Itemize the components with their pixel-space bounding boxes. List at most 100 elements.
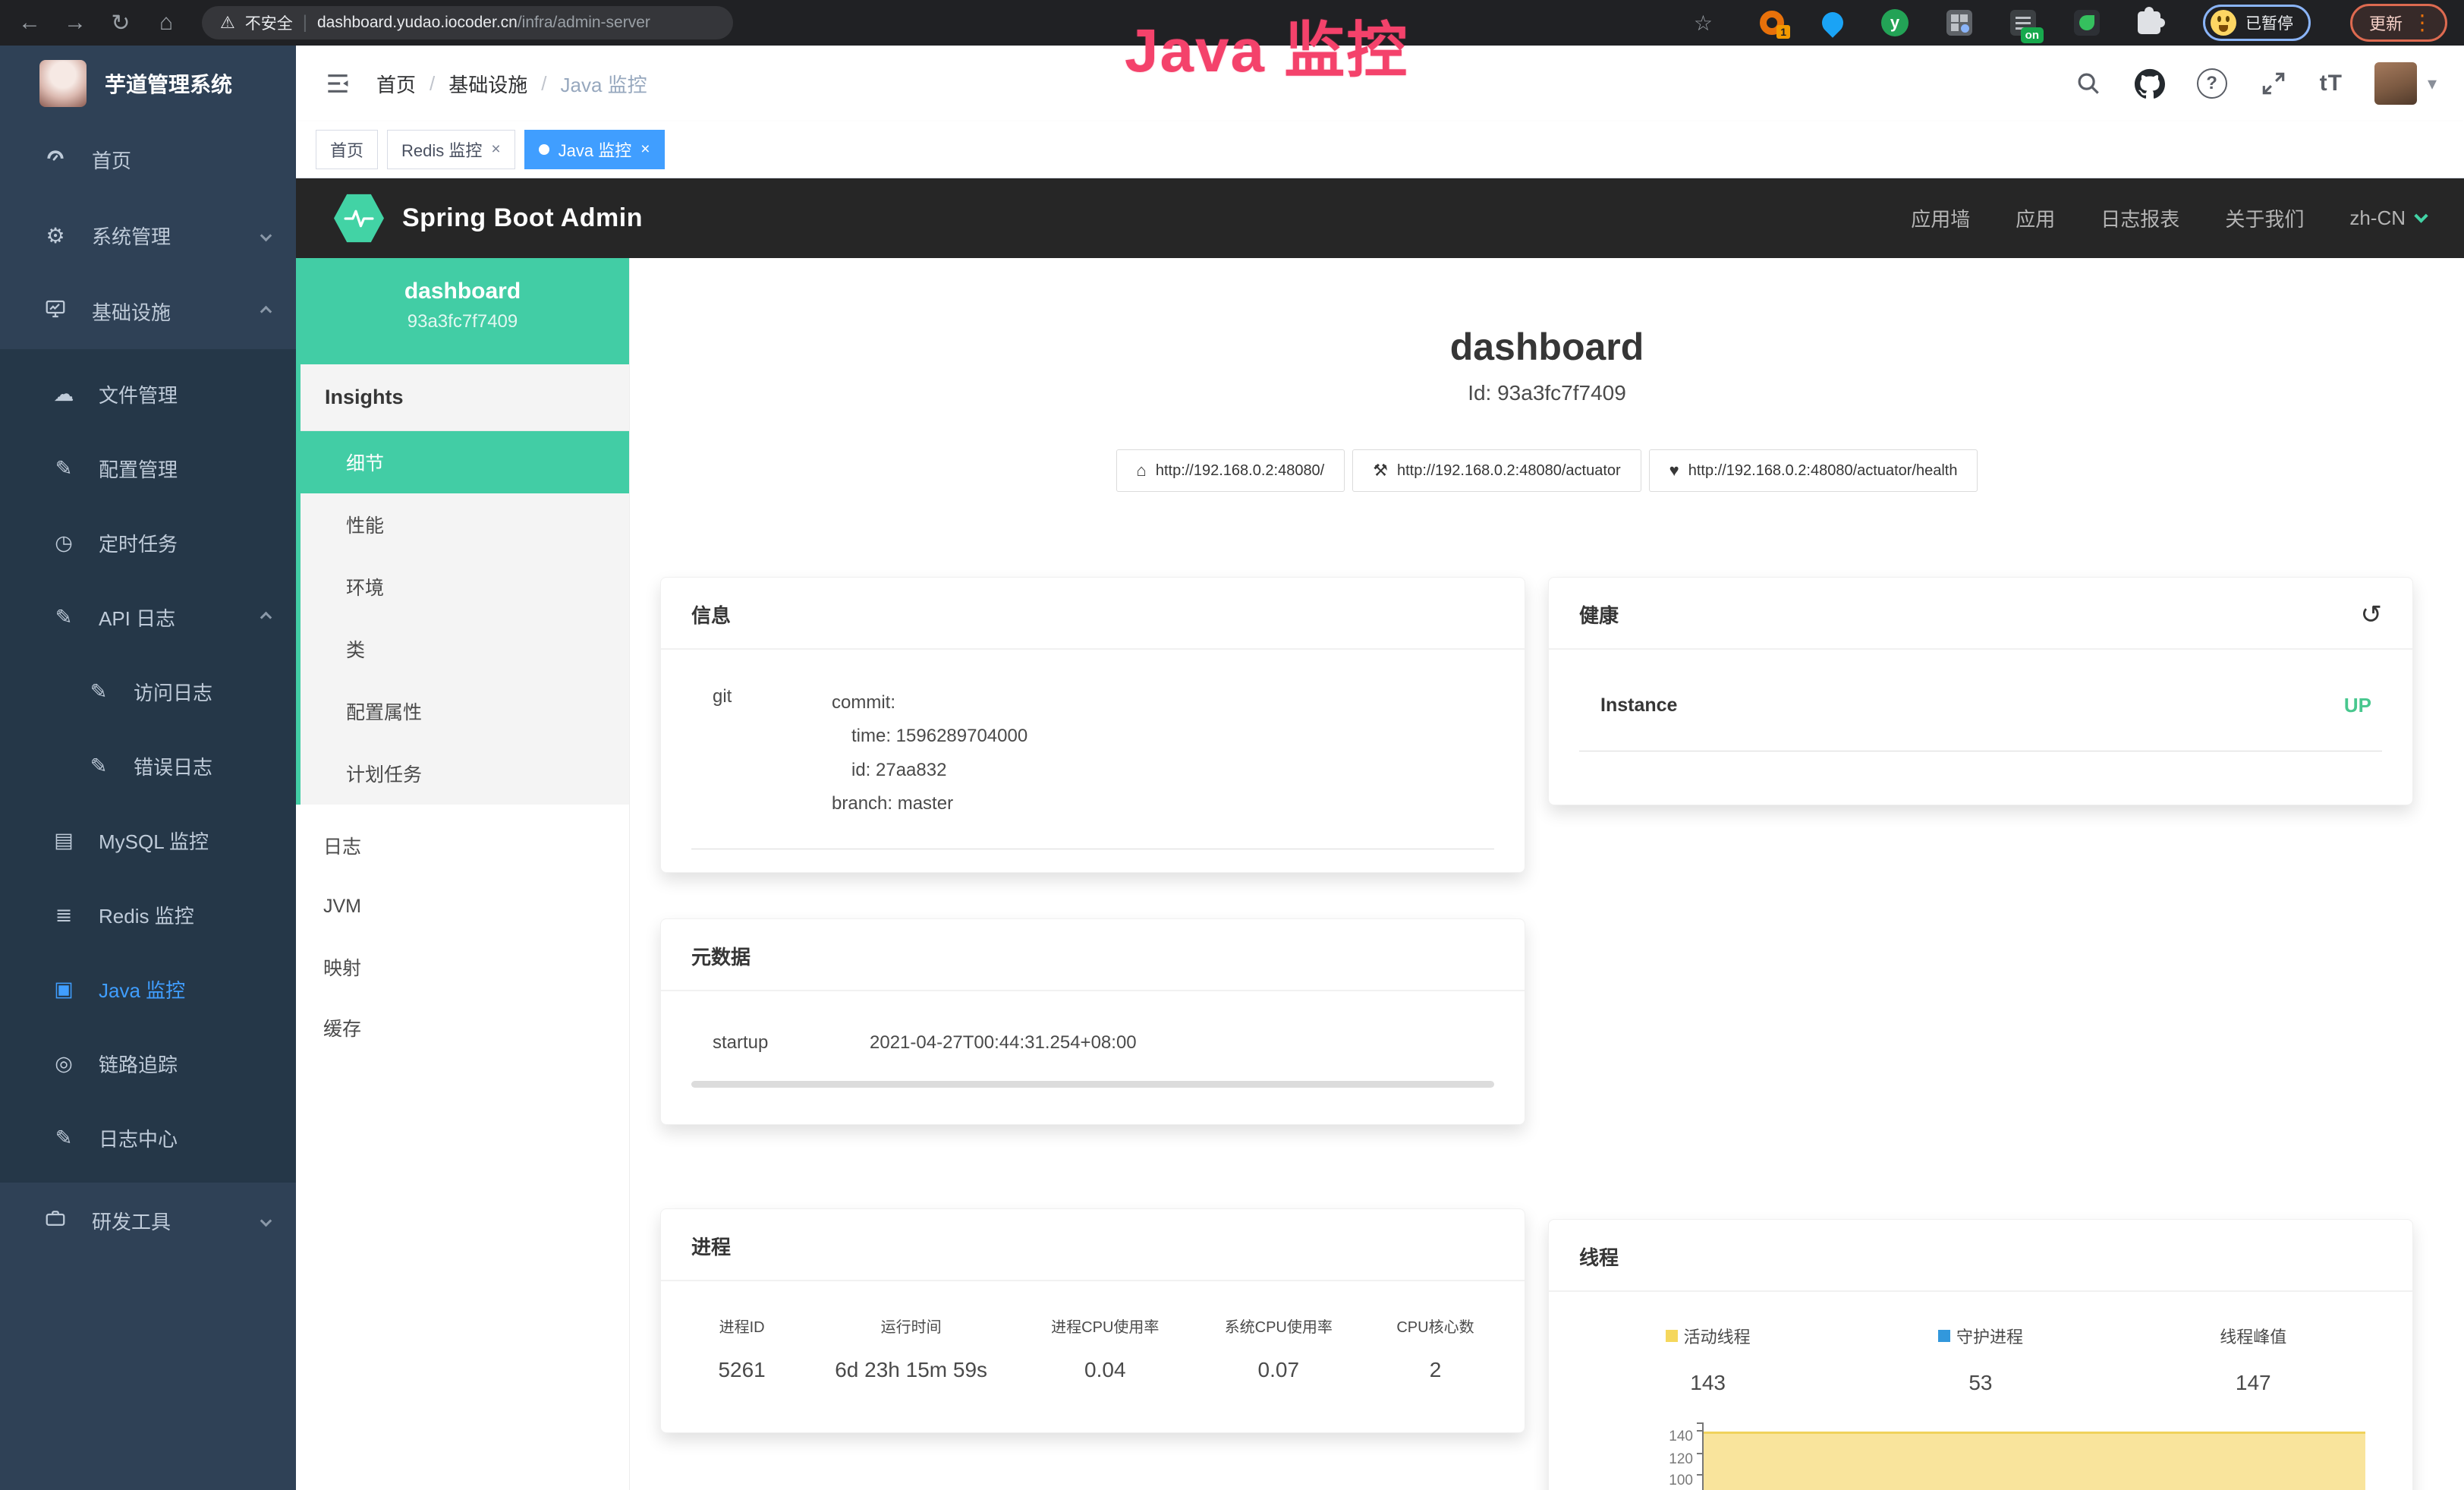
kebab-menu-icon[interactable]: ⋮ [2412, 12, 2433, 33]
history-icon[interactable]: ↺ [2361, 602, 2383, 628]
font-size-icon[interactable]: tT [2320, 71, 2343, 96]
info-card: 信息 git commit: time: 1596289704000 id: 2 [660, 577, 1525, 873]
github-icon[interactable] [2135, 68, 2165, 99]
sidebar-item-config[interactable]: ✎ 配置管理 [0, 431, 296, 506]
extension-leaf-icon[interactable] [2074, 10, 2100, 36]
sba-menu-logfile[interactable]: 日志 [296, 815, 629, 876]
sidebar-item-trace[interactable]: ◎ 链路追踪 [0, 1026, 296, 1101]
chevron-down-icon [260, 229, 272, 241]
reload-icon[interactable]: ↻ [108, 10, 134, 36]
screenshot-annotation: Java 监控 [1125, 2, 1408, 90]
back-icon[interactable]: ← [17, 10, 42, 36]
sidebar-item-infra[interactable]: 基础设施 [0, 273, 296, 349]
sidebar-item-system[interactable]: ⚙ 系统管理 [0, 197, 296, 273]
y-axis-tick: 120 [1669, 1451, 1693, 1468]
sidebar-item-devtools[interactable]: 研发工具 [0, 1183, 296, 1258]
profile-paused-badge[interactable]: 已暂停 [2203, 5, 2311, 41]
help-icon[interactable]: ? [2197, 68, 2227, 99]
sidebar-item-redis[interactable]: ≣ Redis 监控 [0, 877, 296, 952]
sba-menu-jvm[interactable]: JVM [296, 876, 629, 937]
legend-value: 147 [2117, 1371, 2390, 1395]
extension-grid-icon[interactable] [1946, 10, 1972, 36]
sba-menu-classes[interactable]: 类 [301, 618, 629, 680]
sidebar-item-access-log[interactable]: ✎ 访问日志 [0, 654, 296, 729]
log-edit-icon: ✎ [85, 680, 112, 704]
close-icon[interactable]: × [491, 140, 500, 159]
sba-nav-wallboard[interactable]: 应用墙 [1911, 204, 1970, 232]
sidebar-item-home[interactable]: 首页 [0, 121, 296, 197]
tab-label: Redis 监控 [401, 137, 482, 162]
sba-nav-applications[interactable]: 应用 [2016, 204, 2055, 232]
extensions-puzzle-icon[interactable] [2138, 11, 2160, 34]
browser-update-button[interactable]: 更新 ⋮ [2350, 4, 2447, 42]
green-circle-icon: y [1881, 9, 1909, 36]
sba-menu-config-props[interactable]: 配置属性 [301, 680, 629, 742]
sidebar-item-error-log[interactable]: ✎ 错误日志 [0, 729, 296, 803]
sidebar-item-java-monitor[interactable]: ▣ Java 监控 [0, 952, 296, 1026]
extension-colorpicker-icon[interactable]: 1 [1760, 11, 1784, 35]
sidebar-item-log-center[interactable]: ✎ 日志中心 [0, 1101, 296, 1175]
axis-tick-mark [1697, 1422, 1704, 1424]
address-bar[interactable]: ⚠ 不安全 | dashboard.yudao.iocoder.cn/infra… [202, 6, 733, 39]
sidebar-item-label: 文件管理 [99, 380, 178, 408]
cards-left-column: 信息 git commit: time: 1596289704000 id: 2 [660, 577, 1525, 1433]
horizontal-scrollbar[interactable] [691, 1081, 1494, 1088]
threads-chart: 140 120 100 [1572, 1430, 2390, 1490]
cell-value: 0.04 [1018, 1358, 1191, 1382]
process-card: 进程 进程ID 5261 运行时间 6d 23h 15m [660, 1208, 1525, 1433]
extension-switch-icon[interactable]: on [2010, 10, 2036, 36]
sba-menu-mappings[interactable]: 映射 [296, 937, 629, 997]
edit-square-icon: ✎ [50, 457, 77, 480]
health-url: http://192.168.0.2:48080/actuator/health [1688, 462, 1958, 480]
breadcrumb-home[interactable]: 首页 [376, 70, 416, 98]
sba-menu-metrics[interactable]: 性能 [301, 493, 629, 556]
breadcrumb-separator: / [541, 72, 546, 96]
actuator-url-button[interactable]: ⚒ http://192.168.0.2:48080/actuator [1352, 449, 1641, 492]
tab-redis-monitor[interactable]: Redis 监控 × [387, 130, 515, 169]
chevron-up-icon [260, 611, 272, 623]
extension-badge: 1 [1776, 25, 1790, 39]
admin-sidebar: 芋道管理系统 首页 ⚙ 系统管理 基础设施 [0, 46, 296, 1490]
app-frame: 芋道管理系统 首页 ⚙ 系统管理 基础设施 [0, 46, 2464, 1490]
sba-logo-icon [334, 194, 384, 244]
tab-home[interactable]: 首页 [316, 130, 378, 169]
bookmark-star-icon[interactable]: ☆ [1694, 11, 1713, 36]
card-title: 信息 [691, 600, 731, 628]
question-glyph: ? [2197, 68, 2227, 99]
search-icon[interactable] [2074, 69, 2103, 98]
cell-value: 0.07 [1192, 1358, 1365, 1382]
user-avatar[interactable] [2374, 62, 2417, 105]
sidebar-item-api-log[interactable]: ✎ API 日志 [0, 580, 296, 654]
sidebar-item-file[interactable]: ☁ 文件管理 [0, 357, 296, 431]
service-url-button[interactable]: ⌂ http://192.168.0.2:48080/ [1116, 449, 1345, 492]
locale-selector[interactable]: zh-CN [2349, 206, 2426, 230]
puzzle-icon [2138, 11, 2160, 34]
close-icon[interactable]: × [640, 140, 650, 159]
avatar-caret-icon[interactable]: ▾ [2428, 73, 2437, 95]
breadcrumb-infra[interactable]: 基础设施 [448, 70, 527, 98]
sba-nav-journal[interactable]: 日志报表 [2101, 204, 2179, 232]
sba-menu-caches[interactable]: 缓存 [296, 997, 629, 1058]
database-icon: ▤ [50, 829, 77, 852]
sidebar-collapse-icon[interactable] [323, 69, 352, 98]
extension-pin-icon[interactable] [1822, 12, 1843, 33]
security-label[interactable]: 不安全 [245, 11, 293, 34]
tab-java-monitor[interactable]: Java 监控 × [524, 130, 665, 169]
status-badge: UP [2344, 694, 2382, 717]
sba-menu-details[interactable]: 细节 [296, 431, 629, 493]
extension-y-icon[interactable]: y [1881, 9, 1909, 36]
forward-icon[interactable]: → [62, 10, 88, 36]
home-icon[interactable]: ⌂ [153, 10, 179, 36]
axis-tick-mark [1697, 1430, 1704, 1432]
sidebar-item-job[interactable]: ◷ 定时任务 [0, 506, 296, 580]
sidebar-item-mysql[interactable]: ▤ MySQL 监控 [0, 803, 296, 877]
sba-menu-environment[interactable]: 环境 [301, 556, 629, 618]
sidebar-item-label: 定时任务 [99, 529, 178, 557]
fullscreen-icon[interactable] [2259, 69, 2288, 98]
gear-icon: ⚙ [42, 223, 69, 248]
sba-main: dashboard Id: 93a3fc7f7409 ⌂ http://192.… [630, 258, 2464, 1490]
sidebar-item-label: 首页 [92, 146, 270, 174]
health-url-button[interactable]: ♥ http://192.168.0.2:48080/actuator/heal… [1649, 449, 1978, 492]
sba-menu-scheduled-tasks[interactable]: 计划任务 [301, 742, 629, 805]
sba-nav-about[interactable]: 关于我们 [2225, 204, 2304, 232]
